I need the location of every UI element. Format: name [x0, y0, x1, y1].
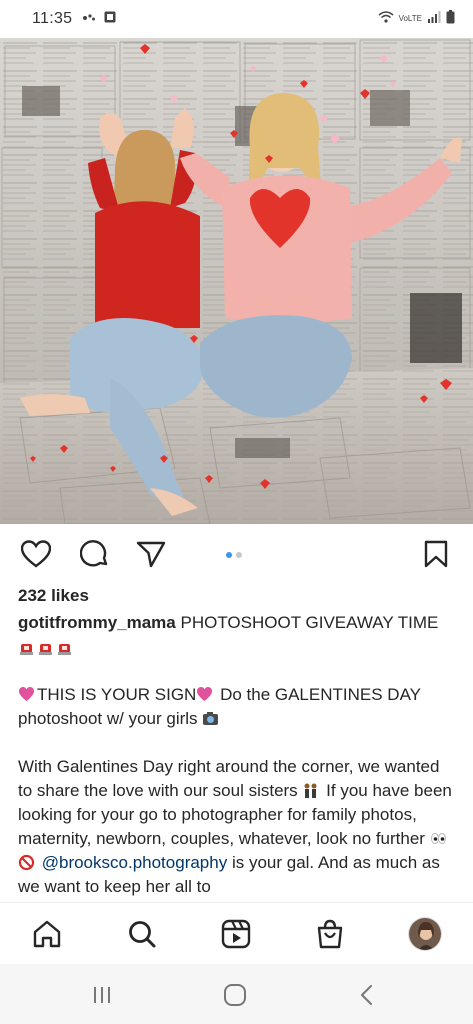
signal-icon	[427, 10, 441, 28]
status-time: 11:35	[32, 10, 73, 27]
messenger-icon	[82, 10, 96, 28]
post-photo[interactable]	[0, 38, 473, 524]
caption-sign-text: THIS IS YOUR SIGN	[37, 685, 197, 704]
caption-paragraph-3: With Galentines Day right around the cor…	[18, 755, 458, 899]
bookmark-icon[interactable]	[420, 538, 452, 570]
send-icon[interactable]	[135, 538, 167, 570]
caption-headline: PHOTOSHOOT GIVEAWAY TIME	[180, 613, 439, 632]
home-button[interactable]	[220, 980, 250, 1010]
comment-icon[interactable]	[79, 538, 111, 570]
home-icon[interactable]	[30, 917, 64, 951]
heart-icon[interactable]	[20, 538, 52, 570]
photographer-mention-link[interactable]: @brooksco.photography	[42, 853, 227, 872]
eyes-emoji-icon	[430, 829, 449, 848]
wifi-icon	[378, 10, 394, 28]
prohibited-emoji-icon	[18, 853, 37, 872]
post-action-row	[0, 524, 473, 584]
post-image	[0, 38, 473, 524]
camera-emoji-icon	[202, 709, 221, 728]
siren-emoji-icon	[18, 637, 75, 656]
post-caption: gotitfrommy_mama PHOTOSHOOT GIVEAWAY TIM…	[18, 611, 458, 923]
caption-paragraph-1: gotitfrommy_mama PHOTOSHOOT GIVEAWAY TIM…	[18, 611, 458, 659]
carousel-indicator	[226, 552, 242, 558]
likes-count[interactable]: 232 likes	[18, 586, 89, 606]
carousel-dot	[226, 552, 232, 558]
shop-icon[interactable]	[313, 917, 347, 951]
sparkling-heart-icon	[196, 685, 215, 704]
status-bar: 11:35 VoLTE	[0, 0, 473, 38]
sparkling-heart-icon	[18, 685, 37, 704]
volte-label: VoLTE	[398, 14, 422, 23]
reels-icon[interactable]	[219, 917, 253, 951]
photo-icon	[104, 10, 116, 28]
caption-paragraph-2: THIS IS YOUR SIGN Do the GALENTINES DAY …	[18, 683, 458, 731]
back-button[interactable]	[352, 980, 382, 1010]
post-username[interactable]: gotitfrommy_mama	[18, 613, 176, 632]
android-system-navigation	[0, 964, 473, 1024]
search-icon[interactable]	[125, 917, 159, 951]
profile-avatar[interactable]	[408, 917, 442, 951]
carousel-dot	[236, 552, 242, 558]
battery-icon	[446, 9, 455, 29]
women-emoji-icon	[302, 781, 321, 800]
recents-button[interactable]	[87, 980, 117, 1010]
bottom-navigation	[0, 902, 473, 964]
